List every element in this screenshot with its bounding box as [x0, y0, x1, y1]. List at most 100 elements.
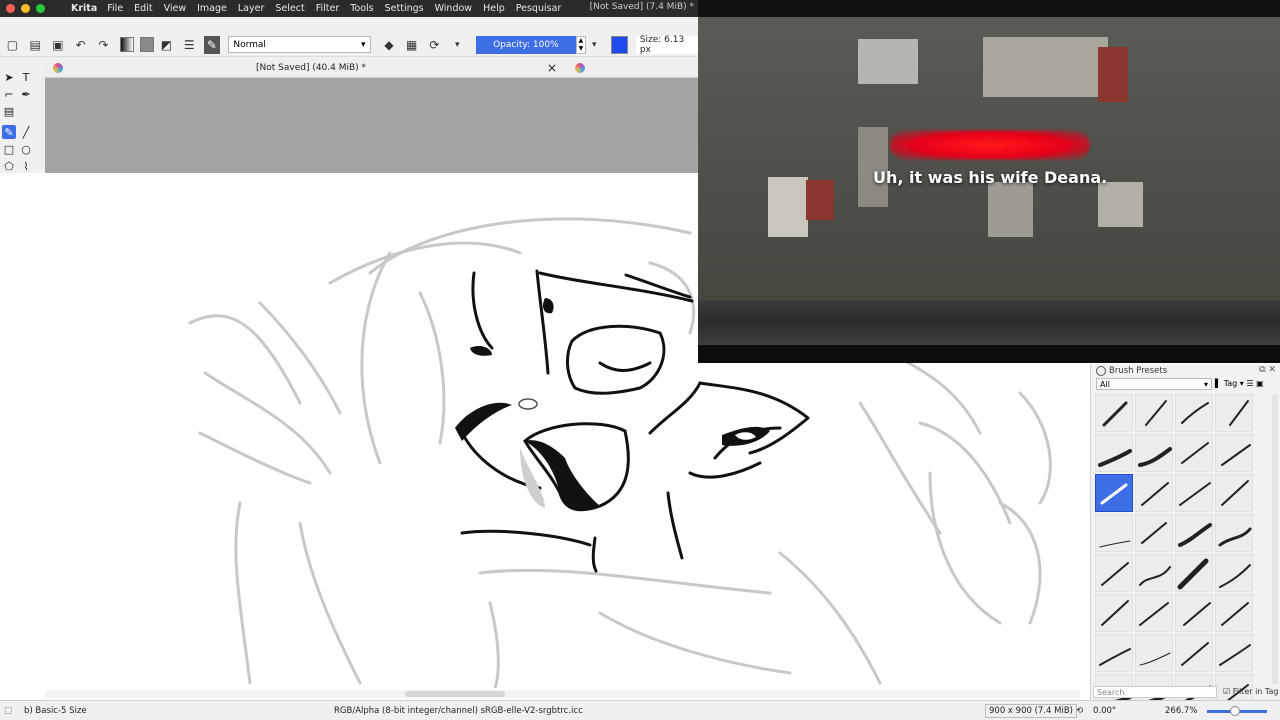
brush-preset-item[interactable]: [1095, 434, 1133, 472]
brush-preset-item[interactable]: [1175, 634, 1213, 672]
brush-preset-item[interactable]: [1135, 514, 1173, 552]
brush-preset-item[interactable]: [1215, 594, 1253, 632]
menu-help[interactable]: Help: [483, 3, 505, 14]
brush-preset-item[interactable]: [1175, 474, 1213, 512]
edit-shapes-icon[interactable]: ⌐: [2, 87, 16, 101]
brush-preset-item[interactable]: [1175, 554, 1213, 592]
brush-preset-item[interactable]: [1215, 434, 1253, 472]
menu-tools[interactable]: Tools: [350, 3, 373, 14]
menu-edit[interactable]: Edit: [134, 3, 152, 14]
rectangle-tool-icon[interactable]: □: [2, 142, 16, 156]
brush-search-input[interactable]: Search: [1093, 686, 1217, 698]
zoom-slider-knob[interactable]: [1230, 706, 1240, 716]
preserve-alpha-icon[interactable]: ▦: [403, 36, 420, 54]
menu-filter[interactable]: Filter: [316, 3, 340, 14]
brush-filter-select[interactable]: All ▾: [1096, 378, 1212, 390]
brush-stroke-preview: [1221, 444, 1251, 466]
redo-icon[interactable]: ↷: [95, 36, 112, 54]
docker-title: Brush Presets: [1109, 366, 1168, 376]
blend-mode-select[interactable]: Normal ▾: [228, 36, 371, 53]
new-document-icon[interactable]: ▢: [4, 36, 21, 54]
docker-close-icon[interactable]: ⧉ ✕: [1259, 365, 1276, 375]
status-dimensions[interactable]: 900 x 900 (7.4 MiB): [985, 704, 1077, 718]
tag-button[interactable]: ▌ Tag ▾ ☰ ▣: [1215, 378, 1264, 390]
chevron-down-icon[interactable]: ▾: [590, 36, 599, 54]
menu-window[interactable]: Window: [435, 3, 472, 14]
brush-preset-item[interactable]: [1135, 434, 1173, 472]
video-overlay[interactable]: Uh, it was his wife Deana.: [698, 17, 1280, 363]
brush-preset-item[interactable]: [1175, 394, 1213, 432]
canvas-hscrollbar[interactable]: [45, 690, 1080, 698]
brush-preset-item[interactable]: [1215, 514, 1253, 552]
ellipse-tool-icon[interactable]: ○: [19, 142, 33, 156]
status-rotation[interactable]: 0.00°: [1093, 706, 1116, 716]
brush-preset-item[interactable]: [1095, 554, 1133, 592]
brush-preset-item[interactable]: [1135, 634, 1173, 672]
minimize-window-button[interactable]: [21, 4, 30, 13]
mirror-icon[interactable]: ▾: [449, 36, 466, 54]
menu-settings[interactable]: Settings: [385, 3, 424, 14]
brush-preset-chip-icon[interactable]: ⬚: [4, 706, 12, 716]
main-toolbar: ▢ ▤ ▣ ↶ ↷ ◩ ☰ ✎ Normal ▾ ◆ ▦ ⟳ ▾ Opacity…: [0, 33, 699, 57]
brush-stroke-preview: [1098, 449, 1132, 467]
brush-stroke-preview: [1102, 401, 1128, 427]
brush-preset-item[interactable]: [1175, 434, 1213, 472]
brush-preset-item[interactable]: [1095, 474, 1133, 512]
brush-size-slider[interactable]: Size: 6.13 px: [635, 35, 699, 55]
rotate-icon[interactable]: ⟲: [1076, 706, 1083, 716]
hscroll-thumb[interactable]: [405, 691, 505, 697]
brush-stroke-preview: [1145, 400, 1167, 426]
select-shapes-icon[interactable]: ➤: [2, 70, 16, 84]
krita-doc-icon[interactable]: [575, 63, 585, 73]
brush-preset-item[interactable]: [1175, 594, 1213, 632]
status-zoom[interactable]: 266.7%: [1165, 706, 1197, 716]
brush-preset-item[interactable]: [1175, 514, 1213, 552]
close-window-button[interactable]: [6, 4, 15, 13]
brush-preset-item[interactable]: [1135, 594, 1173, 632]
text-tool-icon[interactable]: T: [19, 70, 33, 84]
reload-preset-icon[interactable]: ⟳: [426, 36, 443, 54]
freehand-brush-icon[interactable]: ✎: [2, 125, 16, 139]
zoom-window-button[interactable]: [36, 4, 45, 13]
brush-preset-item[interactable]: [1215, 554, 1253, 592]
document-tab-title[interactable]: [Not Saved] (40.4 MiB) *: [256, 63, 366, 73]
undo-icon[interactable]: ↶: [72, 36, 89, 54]
polyline-tool-icon[interactable]: ⌇: [19, 159, 33, 173]
line-tool-icon[interactable]: ╱: [19, 125, 33, 139]
gradient-swatch[interactable]: [119, 37, 134, 52]
chevron-down-icon: ▾: [361, 39, 366, 50]
opacity-spinbox[interactable]: ▲ ▼: [576, 35, 586, 54]
menu-select[interactable]: Select: [275, 3, 304, 14]
save-document-icon[interactable]: ▣: [50, 36, 67, 54]
brush-preset-item[interactable]: [1135, 474, 1173, 512]
close-tab-icon[interactable]: ×: [547, 61, 557, 75]
brush-preset-icon[interactable]: ✎: [203, 35, 221, 54]
pattern-swatch[interactable]: [139, 37, 155, 52]
menu-view[interactable]: View: [164, 3, 187, 14]
brush-preset-item[interactable]: [1095, 394, 1133, 432]
gradient-tool-icon[interactable]: ▤: [2, 104, 16, 118]
fg-bg-colors-icon[interactable]: ◩: [158, 36, 175, 54]
opacity-slider[interactable]: Opacity: 100%: [475, 35, 577, 54]
brush-preset-item[interactable]: [1215, 394, 1253, 432]
menu-image[interactable]: Image: [197, 3, 227, 14]
menu-search[interactable]: Pesquisar: [516, 3, 562, 14]
menu-layer[interactable]: Layer: [238, 3, 265, 14]
filter-in-tag-checkbox[interactable]: ☑ Filter in Tag: [1223, 687, 1278, 696]
brush-preset-item[interactable]: [1135, 554, 1173, 592]
brush-preset-item[interactable]: [1215, 474, 1253, 512]
brush-preset-item[interactable]: [1095, 594, 1133, 632]
brush-color-chip[interactable]: [610, 35, 628, 54]
brush-preset-item[interactable]: [1095, 514, 1133, 552]
docker-scrollbar[interactable]: [1272, 394, 1278, 684]
calligraphy-icon[interactable]: ✒: [19, 87, 33, 101]
eraser-mode-icon[interactable]: ◆: [381, 36, 398, 54]
open-document-icon[interactable]: ▤: [27, 36, 44, 54]
menu-file[interactable]: File: [107, 3, 123, 14]
brush-preset-item[interactable]: [1215, 634, 1253, 672]
brush-preset-item[interactable]: [1135, 394, 1173, 432]
brush-settings-icon[interactable]: ☰: [181, 36, 198, 54]
brush-preset-item[interactable]: [1095, 634, 1133, 672]
polygon-tool-icon[interactable]: ⬠: [2, 159, 16, 173]
app-name[interactable]: Krita: [71, 3, 97, 14]
